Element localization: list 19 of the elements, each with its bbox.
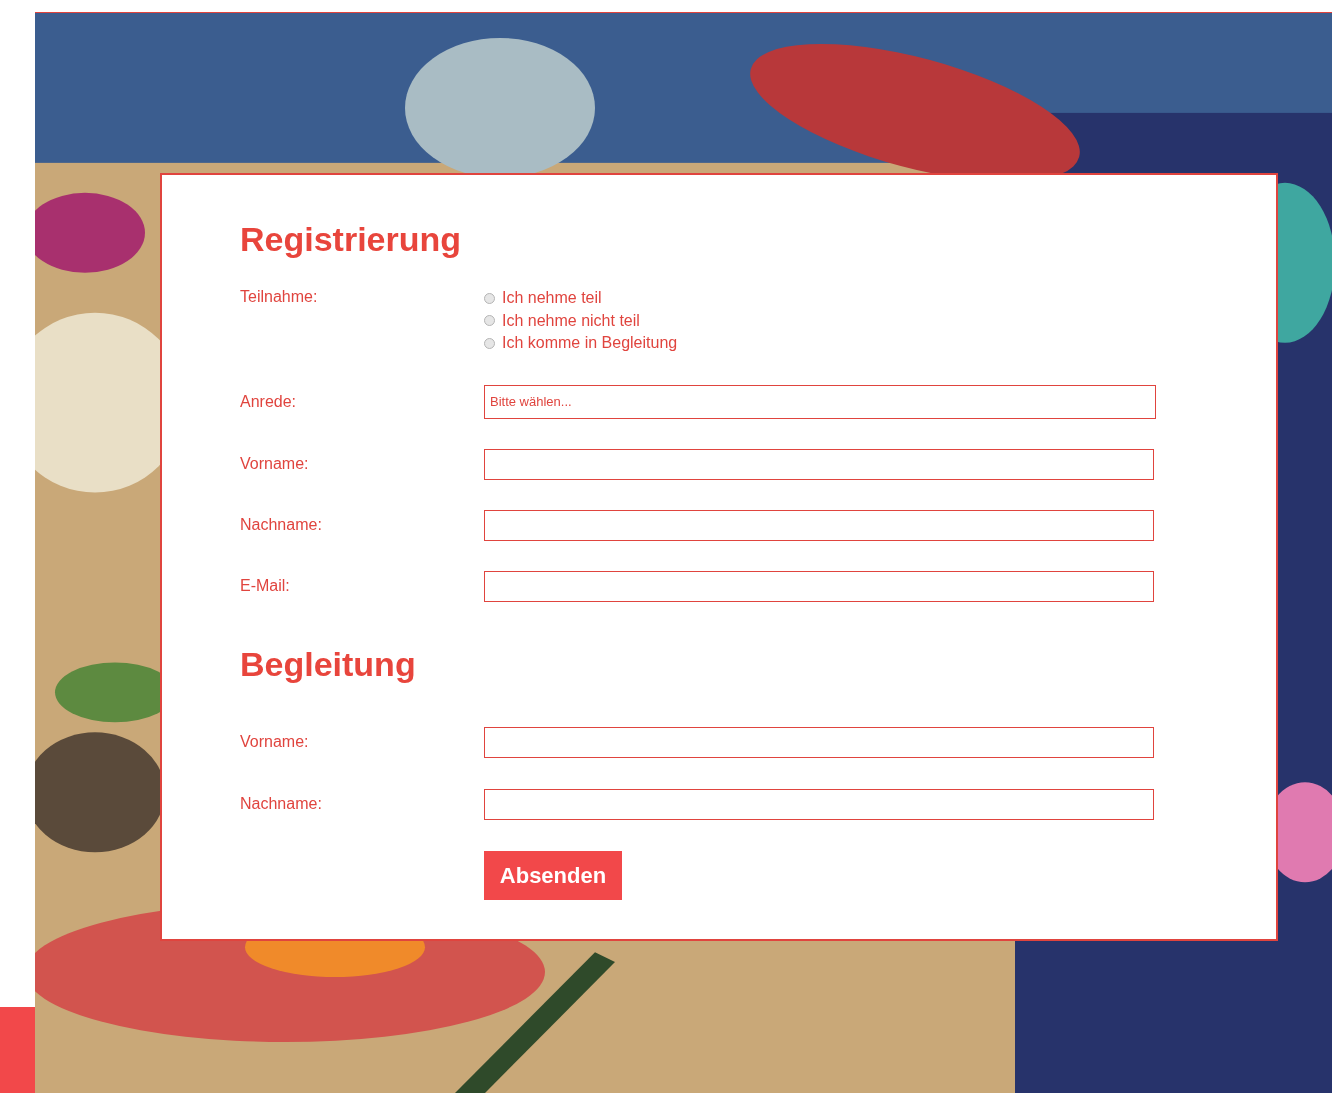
radio-option[interactable]: Ich nehme teil	[484, 287, 678, 310]
text-field[interactable]	[484, 726, 1154, 758]
submit-button[interactable]: Absenden	[484, 850, 622, 900]
text-field[interactable]	[484, 570, 1154, 602]
salutation-dropdown[interactable]: Bitte wählen...	[484, 384, 1156, 419]
field-label: Nachname:	[240, 515, 323, 535]
section-heading: Begleitung	[240, 643, 417, 684]
field-label: Nachname:	[240, 794, 323, 814]
text-field[interactable]	[484, 788, 1154, 820]
field-label: Teilnahme:	[240, 287, 319, 307]
text-field[interactable]	[484, 509, 1154, 541]
field-label: E-Mail:	[240, 576, 291, 596]
field-label: Anrede:	[240, 391, 298, 412]
radio-option[interactable]: Ich komme in Begleitung	[484, 332, 678, 355]
field-label: Vorname:	[240, 732, 310, 752]
section-heading: Registrierung	[240, 219, 463, 259]
radio-option[interactable]: Ich nehme nicht teil	[484, 309, 678, 332]
field-label: Vorname:	[240, 454, 310, 474]
text-field[interactable]	[484, 448, 1154, 480]
